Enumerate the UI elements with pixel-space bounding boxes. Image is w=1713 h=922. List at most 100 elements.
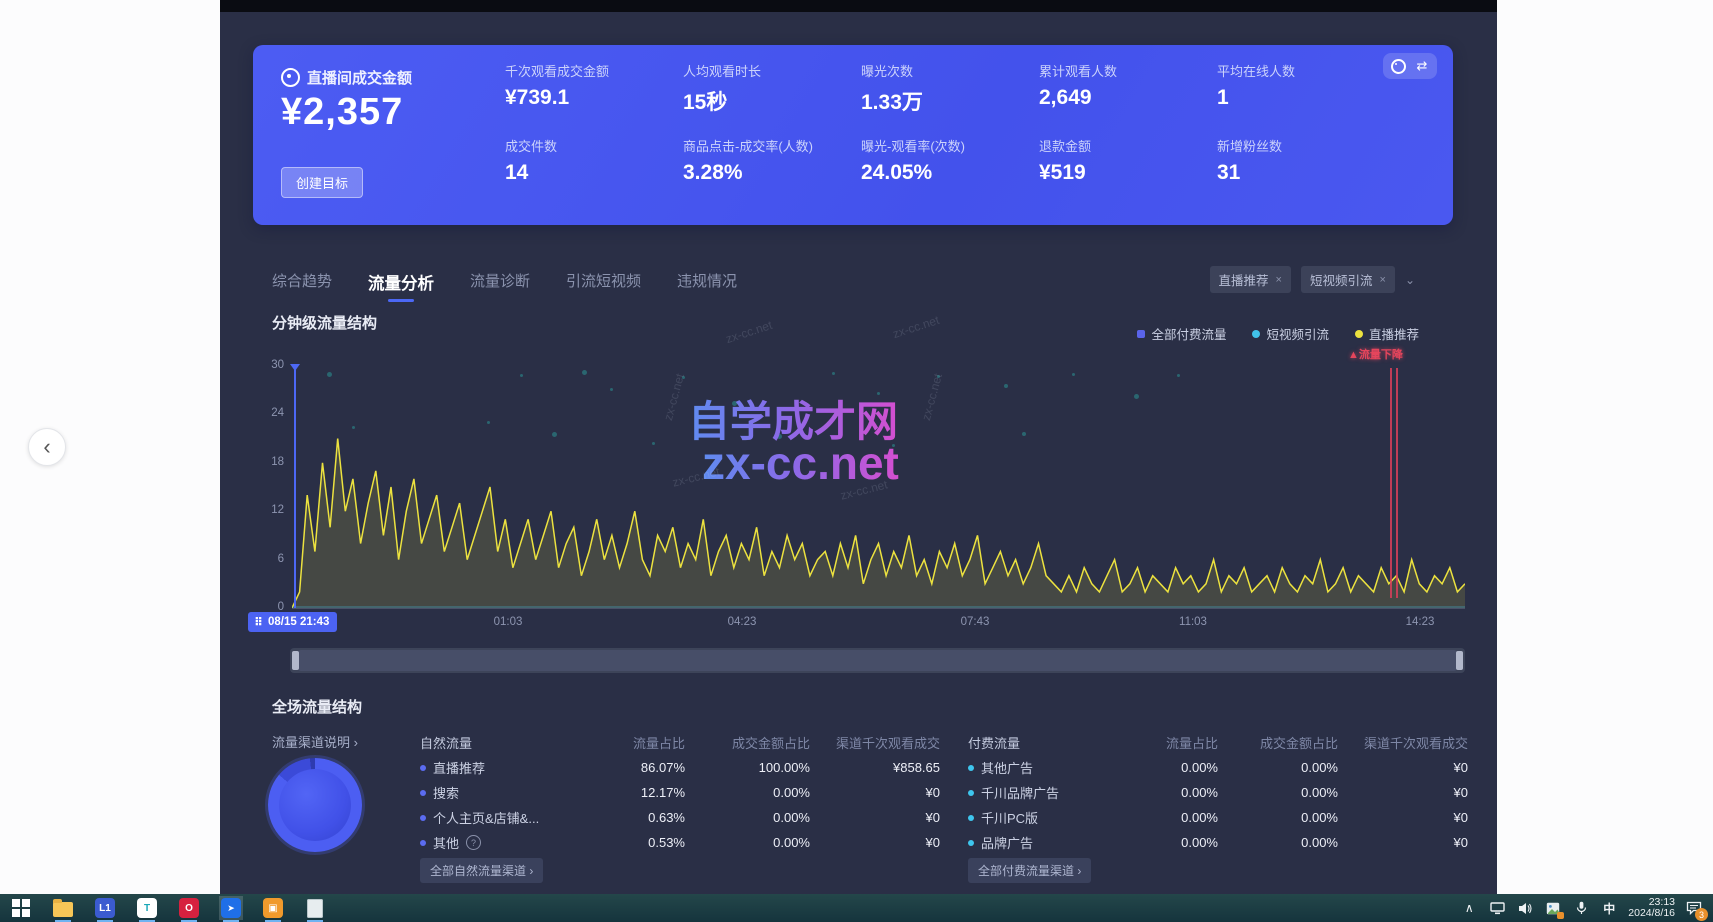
tab-overall-trend[interactable]: 综合趋势 — [272, 270, 332, 302]
tray-date: 2024/8/16 — [1628, 908, 1675, 919]
stream-start-marker — [294, 366, 296, 608]
create-goal-button[interactable]: 创建目标 — [281, 167, 363, 198]
l1-app-icon: L1 — [95, 898, 115, 918]
legend-short-video[interactable]: 短视频引流 — [1252, 324, 1329, 343]
notification-center-icon[interactable]: 3 — [1685, 899, 1703, 917]
ime-indicator[interactable]: 中 — [1600, 899, 1618, 917]
tab-violations[interactable]: 违规情况 — [677, 270, 737, 302]
notification-badge: 3 — [1695, 908, 1708, 921]
target-icon — [281, 68, 300, 87]
metric-cell: 曝光-观看率(次数)24.05% — [861, 136, 1039, 209]
y-tick-label: 6 — [254, 553, 284, 565]
all-paid-channels-link[interactable]: 全部付费流量渠道 › — [968, 858, 1091, 883]
bullet-icon — [968, 840, 974, 846]
channel-filter: 直播推荐 × 短视频引流 × ⌄ — [1210, 266, 1415, 293]
session-section-title: 全场流量结构 — [272, 696, 362, 717]
bullet-icon — [968, 815, 974, 821]
metric-cell: 商品点击-成交率(人数)3.28% — [683, 136, 861, 209]
legend-live-recommend[interactable]: 直播推荐 — [1355, 324, 1419, 343]
table-row: 搜索 12.17% 0.00% ¥0 — [420, 780, 940, 805]
back-arrow-button[interactable]: ‹ — [28, 428, 66, 466]
paid-traffic-table: 付费流量 流量占比 成交金额占比 渠道千次观看成交 其他广告 0.00% 0.0… — [968, 730, 1468, 855]
y-tick-label: 18 — [254, 456, 284, 468]
tray-chevron-up-icon[interactable]: ∧ — [1460, 899, 1478, 917]
close-icon[interactable]: × — [1380, 274, 1386, 286]
close-icon[interactable]: × — [1276, 274, 1282, 286]
tray-clock[interactable]: 23:13 2024/8/16 — [1628, 897, 1675, 919]
table-row: 品牌广告 0.00% 0.00% ¥0 — [968, 830, 1468, 855]
banner-title: 直播间成交金额 — [307, 67, 412, 88]
start-button[interactable] — [9, 896, 33, 920]
x-tick-label: 04:23 — [707, 616, 777, 628]
filter-tag-short-video[interactable]: 短视频引流 × — [1301, 266, 1395, 293]
taskbar-app-notepad[interactable] — [303, 896, 327, 920]
slider-track — [298, 650, 1457, 671]
taskbar-app-t[interactable]: T — [135, 896, 159, 920]
metric-cell: 平均在线人数1 — [1217, 61, 1395, 134]
slider-left-handle[interactable] — [292, 651, 299, 670]
image-app-icon[interactable] — [1544, 899, 1562, 917]
y-tick-label: 30 — [254, 359, 284, 371]
bullet-icon — [968, 765, 974, 771]
alert-vline — [1390, 368, 1392, 598]
table-header: 自然流量 流量占比 成交金额占比 渠道千次观看成交 — [420, 730, 940, 755]
swap-icon[interactable]: ⇄ — [1413, 57, 1431, 75]
speaker-icon[interactable] — [1516, 899, 1534, 917]
metric-cell: 退款金额¥519 — [1039, 136, 1217, 209]
desktop-screenshot: 直播间成交金额 ¥2,357 创建目标 千次观看成交金额¥739.1 人均观看时… — [220, 0, 1497, 894]
kpi-banner: 直播间成交金额 ¥2,357 创建目标 千次观看成交金额¥739.1 人均观看时… — [253, 45, 1453, 225]
y-tick-label: 12 — [254, 504, 284, 516]
time-range-slider[interactable] — [290, 648, 1465, 673]
gear-icon[interactable] — [1389, 57, 1407, 75]
metric-cell: 新增粉丝数31 — [1217, 136, 1395, 209]
t-app-icon: T — [137, 898, 157, 918]
all-natural-channels-link[interactable]: 全部自然流量渠道 › — [420, 858, 543, 883]
drag-grip-icon: ⠿ — [254, 615, 263, 629]
table-row: 千川PC版 0.00% 0.00% ¥0 — [968, 805, 1468, 830]
notepad-icon — [307, 899, 323, 918]
bullet-icon — [420, 765, 426, 771]
traffic-drop-annotation: ▲流量下降 — [1348, 346, 1403, 362]
filter-tag-live-recommend[interactable]: 直播推荐 × — [1210, 266, 1291, 293]
metric-cell: 千次观看成交金额¥739.1 — [505, 61, 683, 134]
bullet-icon — [420, 790, 426, 796]
windows-taskbar: L1 T O ➤ ▣ ∧ — [0, 894, 1713, 922]
taskbar-app-opera[interactable]: O — [177, 896, 201, 920]
table-row: 个人主页&店铺&... 0.63% 0.00% ¥0 — [420, 805, 940, 830]
watermark-faint: zx-cc.net — [724, 318, 774, 346]
channel-note-link[interactable]: 流量渠道说明 › — [272, 732, 358, 751]
taskbar-app-l1[interactable]: L1 — [93, 896, 117, 920]
tab-short-video[interactable]: 引流短视频 — [566, 270, 641, 302]
video-player-page: ‹ 直播间成交金额 ¥2,357 创建目标 千次观看成交金额¥739.1 人均观… — [0, 0, 1713, 922]
tab-traffic-analysis[interactable]: 流量分析 — [368, 270, 434, 302]
bullet-icon — [968, 790, 974, 796]
gmv-value: ¥2,357 — [281, 91, 403, 134]
folder-icon — [53, 902, 73, 917]
taskbar-app-active[interactable]: ➤ — [219, 896, 243, 920]
legend-paid-traffic[interactable]: 全部付费流量 — [1137, 324, 1226, 343]
chevron-down-icon[interactable]: ⌄ — [1405, 273, 1415, 287]
banner-toolbar: ⇄ — [1383, 53, 1437, 79]
opera-icon: O — [179, 898, 199, 918]
chart-legend: 全部付费流量 短视频引流 直播推荐 — [1137, 324, 1419, 343]
orange-app-icon: ▣ — [263, 898, 283, 918]
slider-right-handle[interactable] — [1456, 651, 1463, 670]
metric-cell: 成交件数14 — [505, 136, 683, 209]
microphone-icon[interactable] — [1572, 899, 1590, 917]
windows-logo-icon — [12, 899, 30, 917]
info-icon[interactable]: ? — [466, 835, 481, 850]
x-axis-start-label[interactable]: ⠿ 08/15 21:43 — [248, 612, 337, 632]
file-explorer-button[interactable] — [51, 896, 75, 920]
x-tick-label: 07:43 — [940, 616, 1010, 628]
minute-section-title: 分钟级流量结构 — [272, 312, 377, 333]
tab-traffic-diagnosis[interactable]: 流量诊断 — [470, 270, 530, 302]
table-row: 其他? 0.53% 0.00% ¥0 — [420, 830, 940, 855]
metric-cell: 累计观看人数2,649 — [1039, 61, 1217, 134]
network-icon[interactable] — [1488, 899, 1506, 917]
x-tick-label: 11:03 — [1158, 616, 1228, 628]
table-row: 直播推荐 86.07% 100.00% ¥858.65 — [420, 755, 940, 780]
bullet-icon — [420, 815, 426, 821]
taskbar-app-orange[interactable]: ▣ — [261, 896, 285, 920]
legend-dot — [1137, 330, 1145, 338]
traffic-donut-chart — [268, 758, 362, 852]
